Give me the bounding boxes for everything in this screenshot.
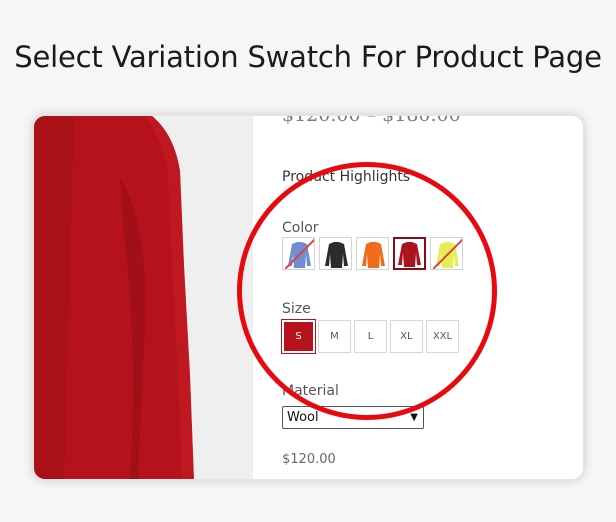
material-select-value: Wool [287, 410, 319, 425]
price-range: $120.00 – $180.00 [282, 115, 461, 126]
size-option-l[interactable]: L [354, 320, 387, 353]
chevron-down-icon: ▼ [410, 412, 418, 423]
selected-price: $120.00 [282, 452, 336, 467]
size-option-m[interactable]: M [318, 320, 351, 353]
product-image [34, 116, 253, 479]
color-swatches [282, 237, 463, 270]
color-label: Color [282, 220, 319, 236]
size-label: Size [282, 301, 311, 317]
product-highlights-label: Product Highlights [282, 169, 411, 185]
material-select[interactable]: Wool ▼ [282, 406, 424, 429]
color-swatch-yellow[interactable] [430, 237, 463, 270]
material-label: Material [282, 383, 339, 399]
product-card: $120.00 – $180.00 Product Highlights Col… [33, 115, 584, 480]
color-swatch-blue[interactable] [282, 237, 315, 270]
color-swatch-red[interactable] [393, 237, 426, 270]
color-swatch-orange[interactable] [356, 237, 389, 270]
size-options: S M L XL XXL [281, 319, 459, 354]
size-option-s[interactable]: S [281, 319, 316, 354]
size-option-xxl[interactable]: XXL [426, 320, 459, 353]
size-option-xl[interactable]: XL [390, 320, 423, 353]
page-title: Select Variation Swatch For Product Page [14, 40, 602, 74]
color-swatch-black[interactable] [319, 237, 352, 270]
